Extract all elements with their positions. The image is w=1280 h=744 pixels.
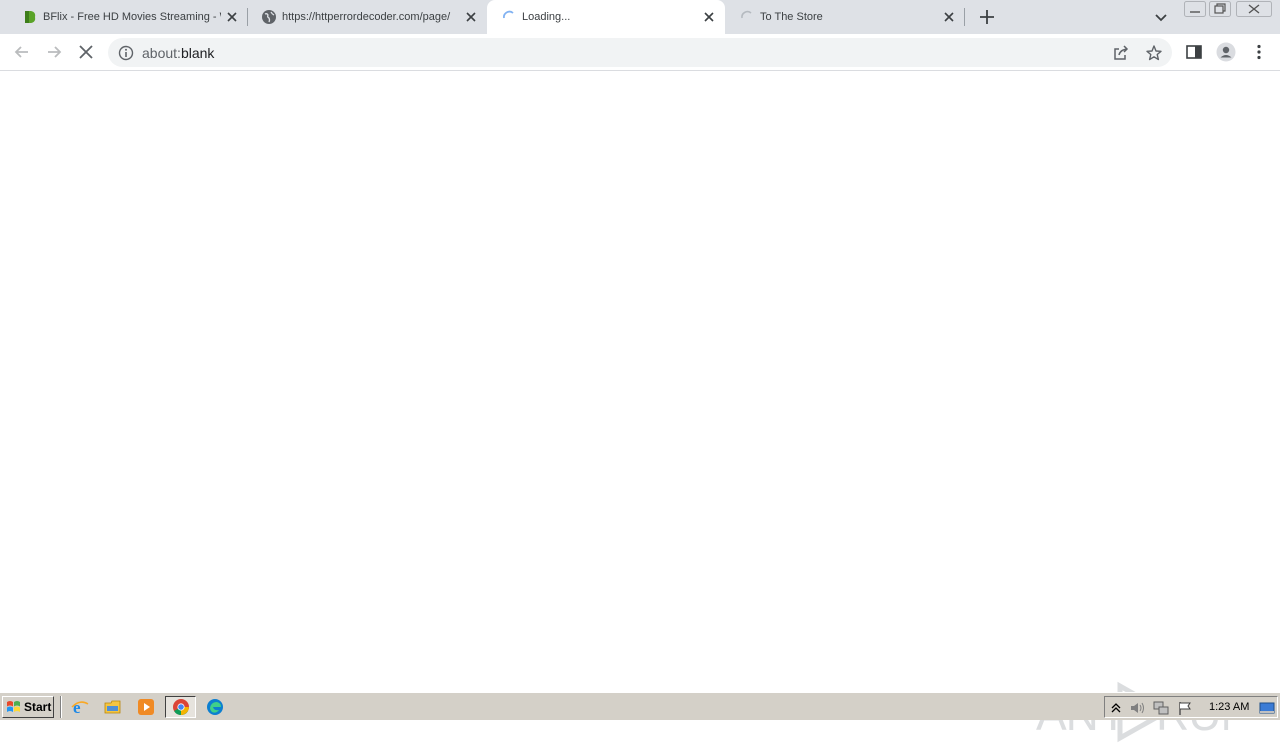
close-icon[interactable] [463, 9, 479, 25]
more-menu-icon[interactable] [1250, 43, 1268, 61]
bookmark-star-icon[interactable] [1145, 44, 1163, 62]
tab-title: https://httperrordecoder.com/page/ [282, 11, 451, 23]
edge-icon[interactable] [206, 698, 224, 716]
url-scheme: about: [142, 45, 181, 61]
close-icon[interactable] [224, 9, 240, 25]
minimize-icon[interactable] [1184, 1, 1206, 17]
restore-icon[interactable] [1209, 1, 1231, 17]
chrome-taskbar-button[interactable] [165, 696, 196, 718]
tab-bflix[interactable]: BFlix - Free HD Movies Streaming - W [8, 0, 248, 34]
forward-arrow-icon[interactable] [44, 42, 64, 62]
clock[interactable]: 1:23 AM [1209, 701, 1249, 713]
start-label: Start [24, 700, 52, 714]
info-icon[interactable] [118, 45, 134, 61]
tab-to-the-store[interactable]: To The Store [725, 0, 965, 34]
tab-separator [964, 8, 965, 26]
system-tray: 1:23 AM [1104, 696, 1278, 718]
tab-title: BFlix - Free HD Movies Streaming - W [43, 11, 221, 23]
url-text[interactable]: about:blank [142, 45, 214, 61]
tab-httperrordecoder[interactable]: https://httperrordecoder.com/page/ [247, 0, 487, 34]
profile-avatar-icon[interactable] [1216, 42, 1236, 62]
close-icon[interactable] [701, 9, 717, 25]
windows-taskbar: Start e 1:23 AM [0, 692, 1280, 720]
url-rest: blank [180, 45, 215, 61]
close-icon[interactable] [941, 9, 957, 25]
volume-icon[interactable] [1129, 700, 1145, 716]
taskbar-separator [60, 696, 62, 718]
stop-loading-icon[interactable] [76, 42, 96, 62]
network-icon[interactable] [1153, 700, 1169, 716]
tab-loading[interactable]: Loading... [487, 0, 725, 34]
bflix-favicon [25, 11, 36, 23]
svg-text:e: e [73, 698, 81, 716]
globe-icon [262, 10, 276, 24]
page-content: ANY RUN [0, 72, 1280, 743]
chrome-icon [173, 699, 189, 716]
show-desktop-icon[interactable] [1259, 700, 1275, 716]
show-hidden-icons-icon[interactable] [1108, 700, 1124, 716]
media-player-icon[interactable] [137, 698, 155, 716]
windows-logo-icon [7, 701, 20, 712]
browser-toolbar: about:blank [0, 34, 1280, 71]
loading-spinner-icon [503, 10, 514, 19]
tab-strip: BFlix - Free HD Movies Streaming - W htt… [0, 0, 1280, 34]
start-button[interactable]: Start [2, 696, 54, 718]
tab-title: To The Store [760, 11, 823, 23]
loading-spinner-icon [741, 10, 752, 19]
side-panel-icon[interactable] [1185, 43, 1203, 61]
file-explorer-icon[interactable] [104, 698, 122, 716]
chevron-down-icon[interactable] [1153, 9, 1169, 25]
action-center-flag-icon[interactable] [1177, 700, 1193, 716]
share-icon[interactable] [1112, 44, 1130, 62]
internet-explorer-icon[interactable]: e [71, 698, 89, 716]
address-bar[interactable]: about:blank [108, 38, 1172, 67]
tab-title: Loading... [522, 11, 571, 23]
back-arrow-icon[interactable] [12, 42, 32, 62]
new-tab-plus-icon[interactable] [978, 8, 996, 26]
window-close-icon[interactable] [1236, 1, 1272, 17]
